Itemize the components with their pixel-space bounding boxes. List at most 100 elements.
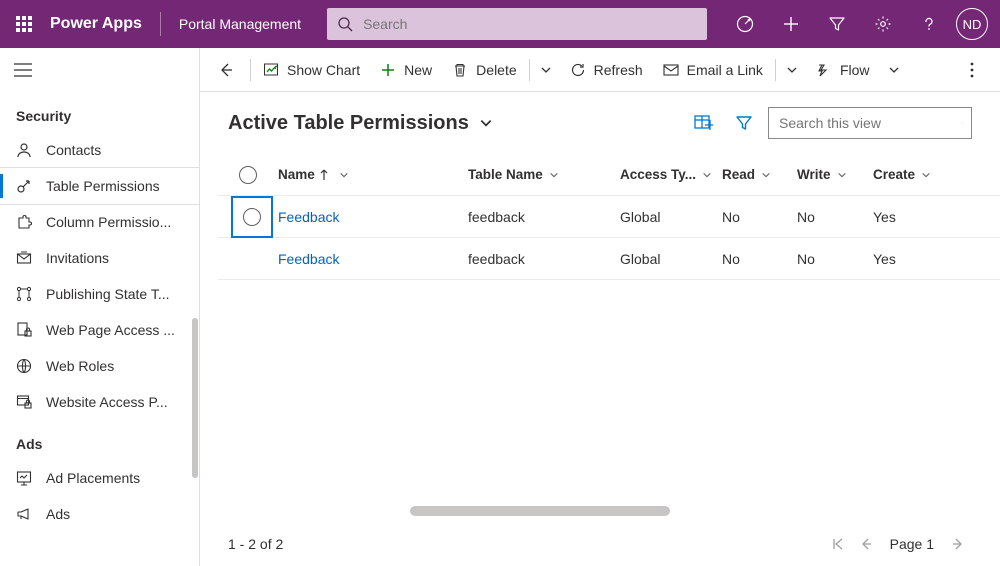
target-icon[interactable]: [722, 0, 768, 48]
column-header-name[interactable]: Name: [278, 167, 468, 182]
email-link-button[interactable]: Email a Link: [653, 48, 773, 92]
select-all-checkbox[interactable]: [218, 166, 278, 184]
app-launcher-button[interactable]: [0, 0, 48, 48]
column-header-table-name[interactable]: Table Name: [468, 167, 620, 182]
cell-access-type: Global: [620, 209, 722, 225]
chevron-down-icon: [479, 116, 493, 130]
sidebar-item-publishing-state[interactable]: Publishing State T...: [0, 276, 199, 312]
add-button[interactable]: [768, 0, 814, 48]
view-search-input[interactable]: [777, 114, 962, 132]
row-link-name[interactable]: Feedback: [278, 209, 339, 225]
row-checkbox[interactable]: [218, 238, 278, 280]
delete-button[interactable]: Delete: [442, 48, 526, 92]
scrollbar-thumb[interactable]: [410, 506, 670, 516]
view-title-dropdown[interactable]: Active Table Permissions: [228, 112, 493, 135]
sidebar-item-label: Invitations: [46, 250, 109, 266]
settings-button[interactable]: [860, 0, 906, 48]
sidebar-item-web-roles[interactable]: Web Roles: [0, 348, 199, 384]
prev-page-button[interactable]: [852, 530, 880, 558]
view-search[interactable]: [768, 107, 972, 139]
horizontal-scrollbar[interactable]: [410, 506, 976, 516]
placement-icon: [14, 468, 34, 488]
column-label: Name: [278, 167, 315, 182]
sidebar-item-label: Web Roles: [46, 358, 114, 374]
sort-asc-icon: [319, 169, 329, 181]
global-header: Power Apps Portal Management ND: [0, 0, 1000, 48]
chevron-down-icon: [761, 170, 771, 180]
column-header-create[interactable]: Create: [873, 167, 953, 182]
flow-button[interactable]: Flow: [806, 48, 880, 92]
hamburger-icon: [14, 63, 32, 77]
plus-icon: [782, 15, 800, 33]
megaphone-icon: [14, 504, 34, 524]
command-bar: Show Chart New Delete Refresh Email a Li…: [200, 48, 1000, 92]
table-row[interactable]: Feedback feedback Global No No Yes: [218, 196, 1000, 238]
filter-view-button[interactable]: [724, 103, 764, 143]
sidebar-item-contacts[interactable]: Contacts: [0, 132, 199, 168]
delete-dropdown[interactable]: [532, 48, 560, 92]
search-icon: [337, 16, 353, 32]
cell-table-name: feedback: [468, 209, 620, 225]
sidebar-scrollbar[interactable]: [192, 318, 198, 478]
flow-icon: [14, 284, 34, 304]
sidebar-item-web-page-access[interactable]: Web Page Access ...: [0, 312, 199, 348]
sidebar-item-table-permissions[interactable]: Table Permissions: [0, 168, 199, 204]
refresh-button[interactable]: Refresh: [560, 48, 653, 92]
sidebar-item-ads[interactable]: Ads: [0, 496, 199, 532]
view-title: Active Table Permissions: [228, 112, 469, 135]
sidebar-item-website-access[interactable]: Website Access P...: [0, 384, 199, 420]
sidebar-item-label: Column Permissio...: [46, 214, 171, 230]
sidebar-item-label: Ads: [46, 506, 70, 522]
sidebar-item-ad-placements[interactable]: Ad Placements: [0, 460, 199, 496]
chevron-down-icon: [549, 170, 559, 180]
help-button[interactable]: [906, 0, 952, 48]
next-page-button[interactable]: [944, 530, 972, 558]
app-name[interactable]: Power Apps: [48, 15, 156, 33]
back-button[interactable]: [210, 48, 248, 92]
column-header-write[interactable]: Write: [797, 167, 873, 182]
filter-button[interactable]: [814, 0, 860, 48]
header-icons: ND: [722, 0, 1000, 48]
new-button[interactable]: New: [370, 48, 442, 92]
column-header-access-type[interactable]: Access Ty...: [620, 167, 722, 182]
columns-icon: [694, 114, 714, 132]
chevron-down-icon: [837, 170, 847, 180]
page-label: Page 1: [890, 536, 934, 552]
chart-icon: [263, 62, 279, 78]
gear-icon: [874, 15, 892, 33]
column-label: Write: [797, 167, 831, 182]
show-chart-button[interactable]: Show Chart: [253, 48, 370, 92]
chevron-down-icon: [702, 170, 712, 180]
row-link-name[interactable]: Feedback: [278, 251, 339, 267]
page-lock-icon: [14, 320, 34, 340]
sidebar-item-column-permissions[interactable]: Column Permissio...: [0, 204, 199, 240]
cmd-label: New: [404, 62, 432, 78]
global-search[interactable]: [327, 8, 707, 40]
flow-dropdown[interactable]: [880, 48, 908, 92]
funnel-icon: [735, 114, 753, 132]
sidebar-item-label: Contacts: [46, 142, 101, 158]
edit-columns-button[interactable]: [684, 103, 724, 143]
grid-header: Name Table Name Access Ty... Read: [218, 154, 1000, 196]
global-search-input[interactable]: [361, 15, 697, 33]
sidebar-item-label: Ad Placements: [46, 470, 140, 486]
portal-name[interactable]: Portal Management: [165, 16, 315, 32]
main-content: Show Chart New Delete Refresh Email a Li…: [200, 48, 1000, 566]
first-page-button[interactable]: [824, 530, 852, 558]
cmd-separator: [529, 59, 530, 81]
table-row[interactable]: Feedback feedback Global No No Yes: [218, 238, 1000, 280]
person-icon: [14, 140, 34, 160]
sidebar-item-invitations[interactable]: Invitations: [0, 240, 199, 276]
avatar[interactable]: ND: [956, 8, 988, 40]
prev-icon: [859, 537, 873, 551]
site-lock-icon: [14, 392, 34, 412]
row-checkbox[interactable]: [218, 196, 278, 238]
funnel-icon: [828, 15, 846, 33]
flow-icon: [816, 62, 832, 78]
chevron-down-icon: [540, 64, 552, 76]
nav-collapse-button[interactable]: [0, 48, 199, 92]
column-header-read[interactable]: Read: [722, 167, 797, 182]
cell-read: No: [722, 209, 797, 225]
more-commands-button[interactable]: [954, 48, 990, 92]
email-dropdown[interactable]: [778, 48, 806, 92]
